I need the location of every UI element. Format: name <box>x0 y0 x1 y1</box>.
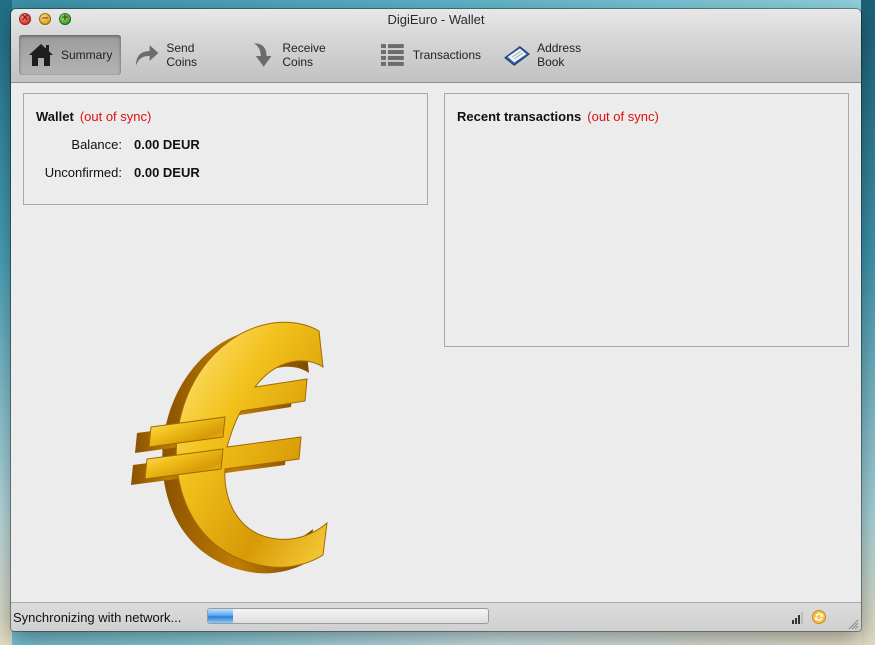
title-bar: × – + DigiEuro - Wallet Summary Send Coi… <box>11 9 861 83</box>
toolbar-send-coins-button[interactable]: Send Coins <box>125 35 235 75</box>
recent-transactions-panel: Recent transactions (out of sync) <box>444 93 849 347</box>
toolbar-address-book-button[interactable]: Address Book <box>495 35 615 75</box>
sync-status-icon[interactable] <box>811 609 827 625</box>
wallet-title-label: Wallet <box>36 109 74 124</box>
resize-grip-icon[interactable] <box>847 618 859 630</box>
unconfirmed-value: 0.00 DEUR <box>134 165 200 180</box>
balance-label: Balance: <box>71 137 122 152</box>
toolbar: Summary Send Coins Receive Coins Transac… <box>11 31 861 79</box>
status-text: Synchronizing with network... <box>13 610 182 625</box>
receive-arrow-icon <box>253 43 272 67</box>
toolbar-send-coins-label: Send Coins <box>166 41 198 69</box>
recent-transactions-label: Recent transactions <box>457 109 582 124</box>
toolbar-summary-label: Summary <box>61 48 113 62</box>
desktop-background-right <box>861 0 875 645</box>
status-bar: Synchronizing with network... <box>11 602 861 631</box>
sync-progress-fill <box>208 609 234 623</box>
unconfirmed-label: Unconfirmed: <box>44 165 122 180</box>
main-window: × – + DigiEuro - Wallet Summary Send Coi… <box>11 9 861 631</box>
wallet-title: Wallet (out of sync) <box>36 109 151 124</box>
sync-progress-bar <box>207 608 489 624</box>
list-icon <box>380 44 404 66</box>
wallet-sync-status[interactable]: (out of sync) <box>80 109 152 124</box>
balance-value: 0.00 DEUR <box>134 137 200 152</box>
euro-logo-icon <box>131 321 328 574</box>
recent-sync-status[interactable]: (out of sync) <box>587 109 659 124</box>
window-title: DigiEuro - Wallet <box>387 12 485 27</box>
toolbar-summary-button[interactable]: Summary <box>19 35 121 75</box>
wallet-panel: Wallet (out of sync) Balance: 0.00 DEUR U… <box>23 93 428 205</box>
toolbar-receive-coins-label: Receive Coins <box>282 41 326 69</box>
address-book-icon <box>504 45 530 66</box>
send-arrow-icon <box>135 45 159 66</box>
home-icon <box>29 44 53 66</box>
connections-signal-icon[interactable] <box>791 611 805 625</box>
toolbar-transactions-label: Transactions <box>412 48 481 62</box>
recent-transactions-title: Recent transactions (out of sync) <box>457 109 659 124</box>
toolbar-address-book-label: Address Book <box>537 41 582 69</box>
toolbar-receive-coins-button[interactable]: Receive Coins <box>241 35 366 75</box>
toolbar-transactions-button[interactable]: Transactions <box>371 35 489 75</box>
